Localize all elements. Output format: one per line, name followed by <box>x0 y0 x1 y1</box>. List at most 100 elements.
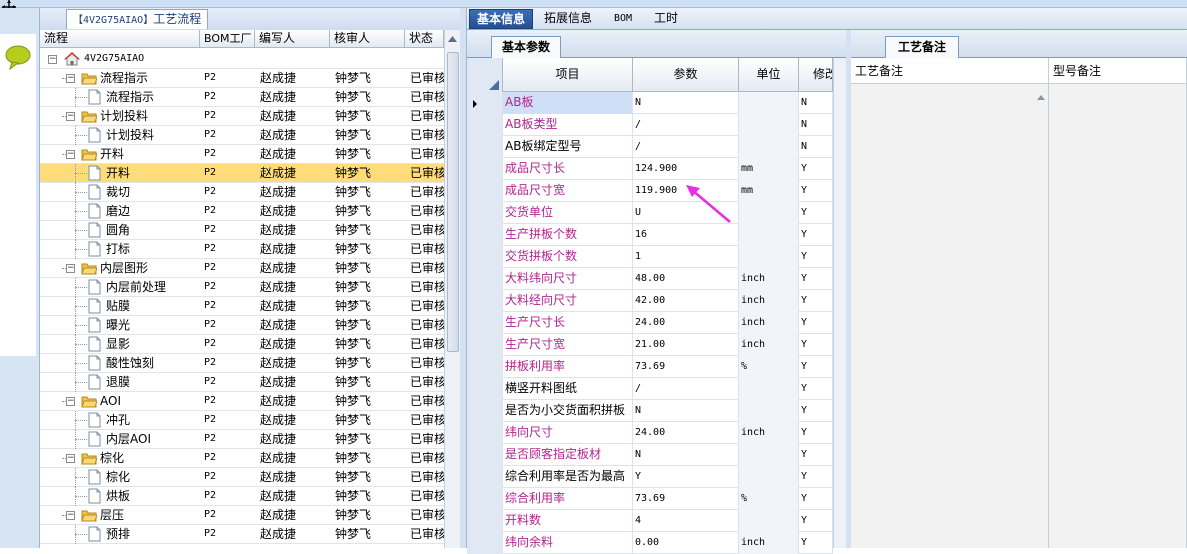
collapse-icon[interactable]: − <box>66 74 75 83</box>
param-unit-cell[interactable]: mm <box>739 180 799 202</box>
table-row[interactable]: 预排 P2 赵成捷 钟梦飞 已审核 <box>40 525 444 544</box>
param-modify-cell[interactable]: Y <box>799 356 833 378</box>
param-unit-cell[interactable] <box>739 466 799 488</box>
table-row[interactable]: 大料纬向尺寸 48.00 inch Y <box>467 268 833 290</box>
param-value-cell[interactable]: 0.00 <box>633 532 739 554</box>
param-unit-cell[interactable] <box>739 444 799 466</box>
table-row[interactable]: 冲孔 P2 赵成捷 钟梦飞 已审核 <box>40 411 444 430</box>
param-modify-cell[interactable]: Y <box>799 180 833 202</box>
table-row[interactable]: 棕化 P2 赵成捷 钟梦飞 已审核 <box>40 468 444 487</box>
table-row[interactable]: AB板绑定型号 / N <box>467 136 833 158</box>
param-value-cell[interactable]: 21.00 <box>633 334 739 356</box>
row-indicator[interactable] <box>467 510 503 532</box>
param-modify-cell[interactable]: Y <box>799 444 833 466</box>
row-indicator[interactable] <box>467 356 503 378</box>
table-row[interactable]: 酸性蚀刻 P2 赵成捷 钟梦飞 已审核 <box>40 354 444 373</box>
row-indicator[interactable] <box>467 312 503 334</box>
param-modify-cell[interactable]: Y <box>799 422 833 444</box>
param-value-cell[interactable]: N <box>633 92 739 114</box>
param-unit-cell[interactable]: inch <box>739 422 799 444</box>
param-value-cell[interactable]: 24.00 <box>633 312 739 334</box>
param-modify-cell[interactable]: N <box>799 114 833 136</box>
table-row[interactable]: 纬向尺寸 24.00 inch Y <box>467 422 833 444</box>
table-row[interactable]: 成品尺寸长 124.900 mm Y <box>467 158 833 180</box>
table-row[interactable]: 内层AOI P2 赵成捷 钟梦飞 已审核 <box>40 430 444 449</box>
tab-bom[interactable]: BOM <box>607 9 639 29</box>
param-modify-cell[interactable]: Y <box>799 400 833 422</box>
row-indicator[interactable] <box>467 158 503 180</box>
param-unit-cell[interactable] <box>739 92 799 114</box>
param-value-cell[interactable]: N <box>633 400 739 422</box>
table-row[interactable]: − 内层图形 P2 赵成捷 钟梦飞 已审核 <box>40 259 444 278</box>
row-indicator[interactable] <box>467 532 503 554</box>
param-value-cell[interactable]: 73.69 <box>633 488 739 510</box>
vertical-splitter[interactable] <box>460 8 467 548</box>
row-indicator[interactable] <box>467 224 503 246</box>
table-row[interactable]: 横竖开料图纸 / Y <box>467 378 833 400</box>
tab-work-hours[interactable]: 工时 <box>647 9 685 29</box>
param-unit-cell[interactable]: inch <box>739 290 799 312</box>
param-value-cell[interactable]: / <box>633 136 739 158</box>
param-modify-cell[interactable]: Y <box>799 290 833 312</box>
row-indicator[interactable] <box>467 92 503 114</box>
param-unit-cell[interactable]: mm <box>739 158 799 180</box>
table-row[interactable]: 磨边 P2 赵成捷 钟梦飞 已审核 <box>40 202 444 221</box>
param-unit-cell[interactable]: inch <box>739 268 799 290</box>
table-row[interactable]: 内层前处理 P2 赵成捷 钟梦飞 已审核 <box>40 278 444 297</box>
table-row[interactable]: − 流程指示 P2 赵成捷 钟梦飞 已审核 <box>40 69 444 88</box>
param-modify-cell[interactable]: Y <box>799 334 833 356</box>
table-row[interactable]: 生产尺寸宽 21.00 inch Y <box>467 334 833 356</box>
param-value-cell[interactable]: 73.69 <box>633 356 739 378</box>
table-row[interactable]: 拼板利用率 73.69% Y <box>467 356 833 378</box>
col-header-flow[interactable]: 流程 <box>40 30 200 48</box>
row-indicator[interactable] <box>467 422 503 444</box>
note-scroll-up-icon[interactable] <box>1035 92 1047 102</box>
row-indicator[interactable] <box>467 202 503 224</box>
row-indicator[interactable] <box>467 466 503 488</box>
table-row[interactable]: 成品尺寸宽 119.900 mm Y <box>467 180 833 202</box>
table-row[interactable]: 是否为小交货面积拼板 N Y <box>467 400 833 422</box>
param-modify-cell[interactable]: Y <box>799 466 833 488</box>
col-header-reviewer[interactable]: 核审人 <box>330 30 405 48</box>
row-indicator[interactable] <box>467 180 503 202</box>
collapse-icon[interactable]: − <box>66 112 75 121</box>
tab-basic-info[interactable]: 基本信息 <box>469 9 534 29</box>
col-header-param[interactable]: 参数 <box>633 58 739 92</box>
param-modify-cell[interactable]: Y <box>799 158 833 180</box>
collapse-icon[interactable]: − <box>66 150 75 159</box>
param-unit-cell[interactable]: % <box>739 356 799 378</box>
table-row[interactable]: − 棕化 P2 赵成捷 钟梦飞 已审核 <box>40 449 444 468</box>
tab-extended-info[interactable]: 拓展信息 <box>537 9 599 29</box>
collapse-icon[interactable]: − <box>66 511 75 520</box>
row-indicator[interactable] <box>467 444 503 466</box>
row-indicator[interactable] <box>467 290 503 312</box>
table-row[interactable]: 显影 P2 赵成捷 钟梦飞 已审核 <box>40 335 444 354</box>
col-header-bom-factory[interactable]: BOM工厂 <box>200 30 255 48</box>
param-unit-cell[interactable]: % <box>739 488 799 510</box>
param-unit-cell[interactable] <box>739 136 799 158</box>
param-value-cell[interactable]: 4 <box>633 510 739 532</box>
table-row[interactable]: − 4V2G75AIAO <box>40 50 444 69</box>
table-row[interactable]: − 开料 P2 赵成捷 钟梦飞 已审核 <box>40 145 444 164</box>
param-unit-cell[interactable] <box>739 114 799 136</box>
param-value-cell[interactable]: / <box>633 114 739 136</box>
row-indicator[interactable] <box>467 488 503 510</box>
param-modify-cell[interactable]: Y <box>799 488 833 510</box>
param-modify-cell[interactable]: N <box>799 92 833 114</box>
table-row[interactable]: 流程指示 P2 赵成捷 钟梦飞 已审核 <box>40 88 444 107</box>
collapse-icon[interactable]: − <box>66 397 75 406</box>
table-row[interactable]: 开料 P2 赵成捷 钟梦飞 已审核 <box>40 164 444 183</box>
process-note-area[interactable] <box>851 84 1049 548</box>
col-header-status[interactable]: 状态 <box>405 30 444 48</box>
col-header-modify[interactable]: 修改 <box>799 58 833 92</box>
table-row[interactable]: 计划投料 P2 赵成捷 钟梦飞 已审核 <box>40 126 444 145</box>
param-modify-cell[interactable]: Y <box>799 202 833 224</box>
table-row[interactable]: AB板类型 / N <box>467 114 833 136</box>
table-row[interactable]: 打标 P2 赵成捷 钟梦飞 已审核 <box>40 240 444 259</box>
param-unit-cell[interactable]: inch <box>739 312 799 334</box>
row-indicator[interactable] <box>467 334 503 356</box>
row-indicator[interactable] <box>467 136 503 158</box>
table-row[interactable]: 退膜 P2 赵成捷 钟梦飞 已审核 <box>40 373 444 392</box>
col-header-writer[interactable]: 编写人 <box>255 30 330 48</box>
param-modify-cell[interactable]: Y <box>799 268 833 290</box>
